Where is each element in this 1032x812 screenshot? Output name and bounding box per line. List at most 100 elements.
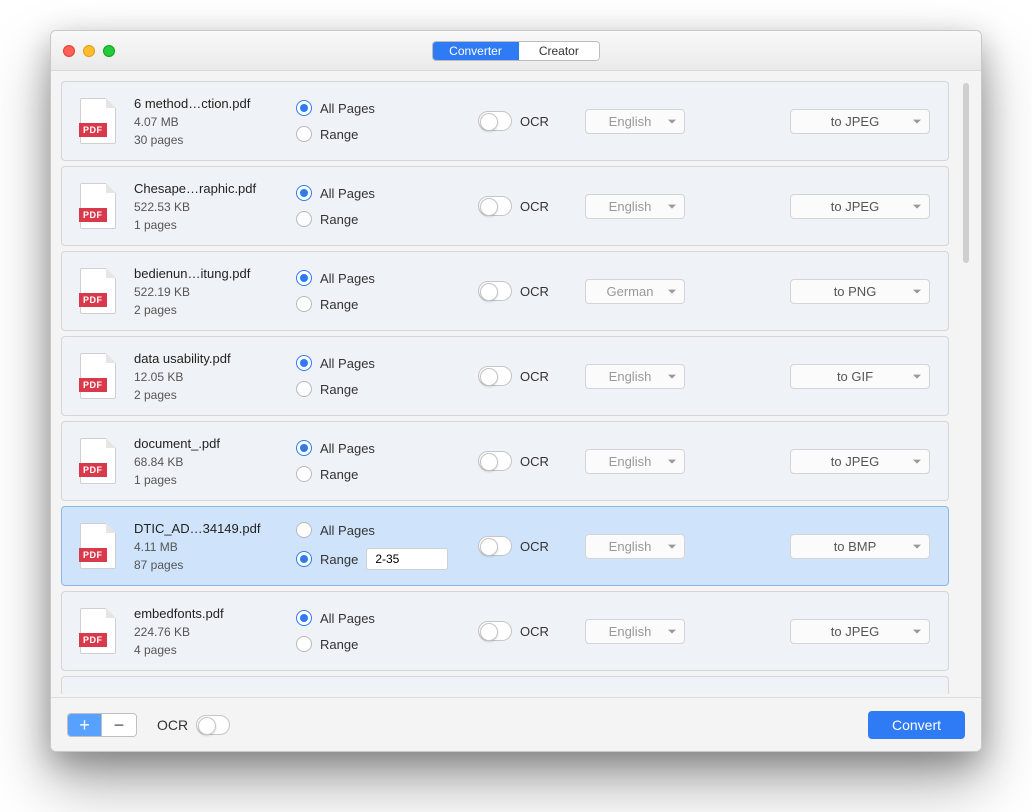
- file-size: 4.11 MB: [134, 540, 284, 554]
- range-label: Range: [320, 382, 358, 397]
- pdf-file-icon: PDF: [80, 183, 116, 229]
- chevron-down-icon: [668, 545, 676, 549]
- file-row[interactable]: PDFDTIC_AD…34149.pdf4.11 MB87 pagesAll P…: [61, 506, 949, 586]
- format-dropdown[interactable]: to JPEG: [790, 194, 930, 219]
- ocr-label: OCR: [520, 454, 549, 469]
- all-pages-label: All Pages: [320, 441, 375, 456]
- ocr-toggle[interactable]: [478, 366, 512, 386]
- page-selection: All Pages Range: [296, 440, 466, 482]
- ocr-label: OCR: [520, 539, 549, 554]
- file-name: Chesape…raphic.pdf: [134, 181, 284, 196]
- range-label: Range: [320, 467, 358, 482]
- global-ocr-toggle[interactable]: [196, 715, 230, 735]
- range-radio[interactable]: [296, 211, 312, 227]
- language-dropdown[interactable]: English: [585, 619, 685, 644]
- global-ocr-label: OCR: [157, 717, 188, 733]
- chevron-down-icon: [913, 460, 921, 464]
- range-radio[interactable]: [296, 551, 312, 567]
- close-window-button[interactable]: [63, 45, 75, 57]
- zoom-window-button[interactable]: [103, 45, 115, 57]
- ocr-toggle[interactable]: [478, 621, 512, 641]
- mode-segmented-control: Converter Creator: [432, 41, 600, 61]
- file-meta: embedfonts.pdf224.76 KB4 pages: [134, 606, 284, 657]
- all-pages-radio[interactable]: [296, 185, 312, 201]
- all-pages-radio[interactable]: [296, 522, 312, 538]
- file-row[interactable]: PDF6 method…ction.pdf4.07 MB30 pagesAll …: [61, 81, 949, 161]
- format-dropdown[interactable]: to JPEG: [790, 619, 930, 644]
- page-selection: All PagesRange: [296, 522, 466, 570]
- pdf-file-icon: PDF: [80, 438, 116, 484]
- chevron-down-icon: [668, 205, 676, 209]
- file-name: document_.pdf: [134, 436, 284, 451]
- language-dropdown[interactable]: German: [585, 279, 685, 304]
- ocr-block: OCR: [478, 536, 558, 556]
- format-block: to JPEG: [770, 109, 930, 134]
- language-dropdown[interactable]: English: [585, 109, 685, 134]
- format-dropdown[interactable]: to BMP: [790, 534, 930, 559]
- tab-converter[interactable]: Converter: [433, 42, 519, 60]
- all-pages-radio[interactable]: [296, 355, 312, 371]
- ocr-label: OCR: [520, 369, 549, 384]
- format-dropdown[interactable]: to GIF: [790, 364, 930, 389]
- ocr-label: OCR: [520, 284, 549, 299]
- tab-creator[interactable]: Creator: [519, 42, 599, 60]
- range-radio[interactable]: [296, 296, 312, 312]
- all-pages-label: All Pages: [320, 356, 375, 371]
- file-pages: 1 pages: [134, 218, 284, 232]
- format-block: to JPEG: [770, 194, 930, 219]
- format-block: to JPEG: [770, 619, 930, 644]
- language-dropdown[interactable]: English: [585, 364, 685, 389]
- ocr-toggle[interactable]: [478, 196, 512, 216]
- page-selection: All PagesRange: [296, 270, 466, 312]
- format-block: to PNG: [770, 279, 930, 304]
- file-pages: 2 pages: [134, 388, 284, 402]
- language-dropdown[interactable]: English: [585, 449, 685, 474]
- range-radio[interactable]: [296, 126, 312, 142]
- format-dropdown[interactable]: to JPEG: [790, 449, 930, 474]
- file-meta: document_.pdf68.84 KB1 pages: [134, 436, 284, 487]
- ocr-toggle[interactable]: [478, 281, 512, 301]
- all-pages-radio[interactable]: [296, 440, 312, 456]
- pdf-badge: PDF: [79, 293, 107, 307]
- file-pages: 30 pages: [134, 133, 284, 147]
- range-radio[interactable]: [296, 466, 312, 482]
- format-dropdown[interactable]: to JPEG: [790, 109, 930, 134]
- ocr-toggle[interactable]: [478, 451, 512, 471]
- file-row[interactable]: PDFbedienun…itung.pdf522.19 KB2 pagesAll…: [61, 251, 949, 331]
- file-row[interactable]: PDFChesape…raphic.pdf522.53 KB1 pagesAll…: [61, 166, 949, 246]
- file-row[interactable]: [61, 676, 949, 694]
- range-radio[interactable]: [296, 381, 312, 397]
- all-pages-radio[interactable]: [296, 100, 312, 116]
- ocr-toggle[interactable]: [478, 111, 512, 131]
- all-pages-radio[interactable]: [296, 610, 312, 626]
- range-radio[interactable]: [296, 636, 312, 652]
- add-file-button[interactable]: +: [68, 714, 102, 736]
- format-block: to JPEG: [770, 449, 930, 474]
- page-selection: All PagesRange: [296, 100, 466, 142]
- remove-file-button[interactable]: −: [102, 714, 136, 736]
- scrollbar[interactable]: [961, 81, 971, 697]
- chevron-down-icon: [913, 205, 921, 209]
- file-row[interactable]: PDFdata usability.pdf12.05 KB2 pagesAll …: [61, 336, 949, 416]
- language-dropdown[interactable]: English: [585, 534, 685, 559]
- all-pages-radio[interactable]: [296, 270, 312, 286]
- format-dropdown[interactable]: to PNG: [790, 279, 930, 304]
- range-label: Range: [320, 127, 358, 142]
- language-dropdown[interactable]: English: [585, 194, 685, 219]
- file-size: 224.76 KB: [134, 625, 284, 639]
- ocr-block: OCR: [478, 451, 558, 471]
- ocr-block: OCR: [478, 366, 558, 386]
- file-name: 6 method…ction.pdf: [134, 96, 284, 111]
- file-size: 522.19 KB: [134, 285, 284, 299]
- pdf-badge: PDF: [79, 548, 107, 562]
- file-row[interactable]: PDFembedfonts.pdf224.76 KB4 pagesAll Pag…: [61, 591, 949, 671]
- range-input[interactable]: [366, 548, 448, 570]
- file-row[interactable]: PDF document_.pdf68.84 KB1 pages All Pages…: [61, 421, 949, 501]
- ocr-block: OCR: [478, 621, 558, 641]
- ocr-label: OCR: [520, 199, 549, 214]
- chevron-down-icon: [913, 290, 921, 294]
- scroll-thumb[interactable]: [963, 83, 969, 263]
- minimize-window-button[interactable]: [83, 45, 95, 57]
- convert-button[interactable]: Convert: [868, 711, 965, 739]
- ocr-toggle[interactable]: [478, 536, 512, 556]
